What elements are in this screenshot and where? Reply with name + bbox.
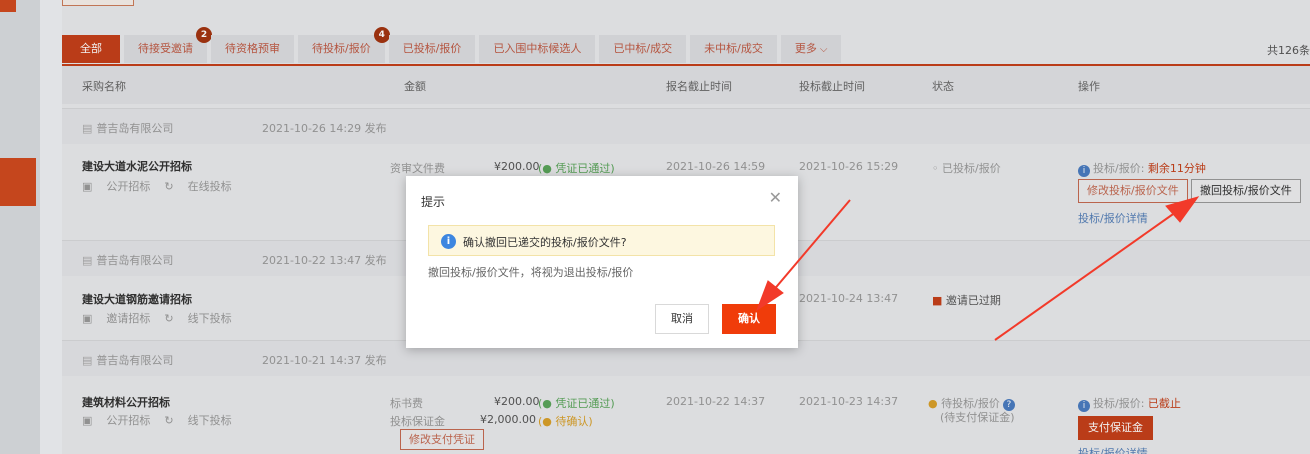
confirm-button[interactable]: 确认 xyxy=(722,304,776,334)
dialog-alert: i 确认撤回已递交的投标/报价文件? xyxy=(428,225,775,256)
dialog-title: 提示 xyxy=(421,195,446,209)
info-icon: i xyxy=(441,234,456,249)
dialog-description: 撤回投标/报价文件，将视为退出投标/报价 xyxy=(428,266,634,279)
alert-text: 确认撤回已递交的投标/报价文件? xyxy=(463,236,627,249)
cancel-button[interactable]: 取消 xyxy=(655,304,709,334)
close-icon[interactable]: ✕ xyxy=(769,188,782,207)
confirm-dialog: 提示 ✕ i 确认撤回已递交的投标/报价文件? 撤回投标/报价文件，将视为退出投… xyxy=(406,176,798,348)
